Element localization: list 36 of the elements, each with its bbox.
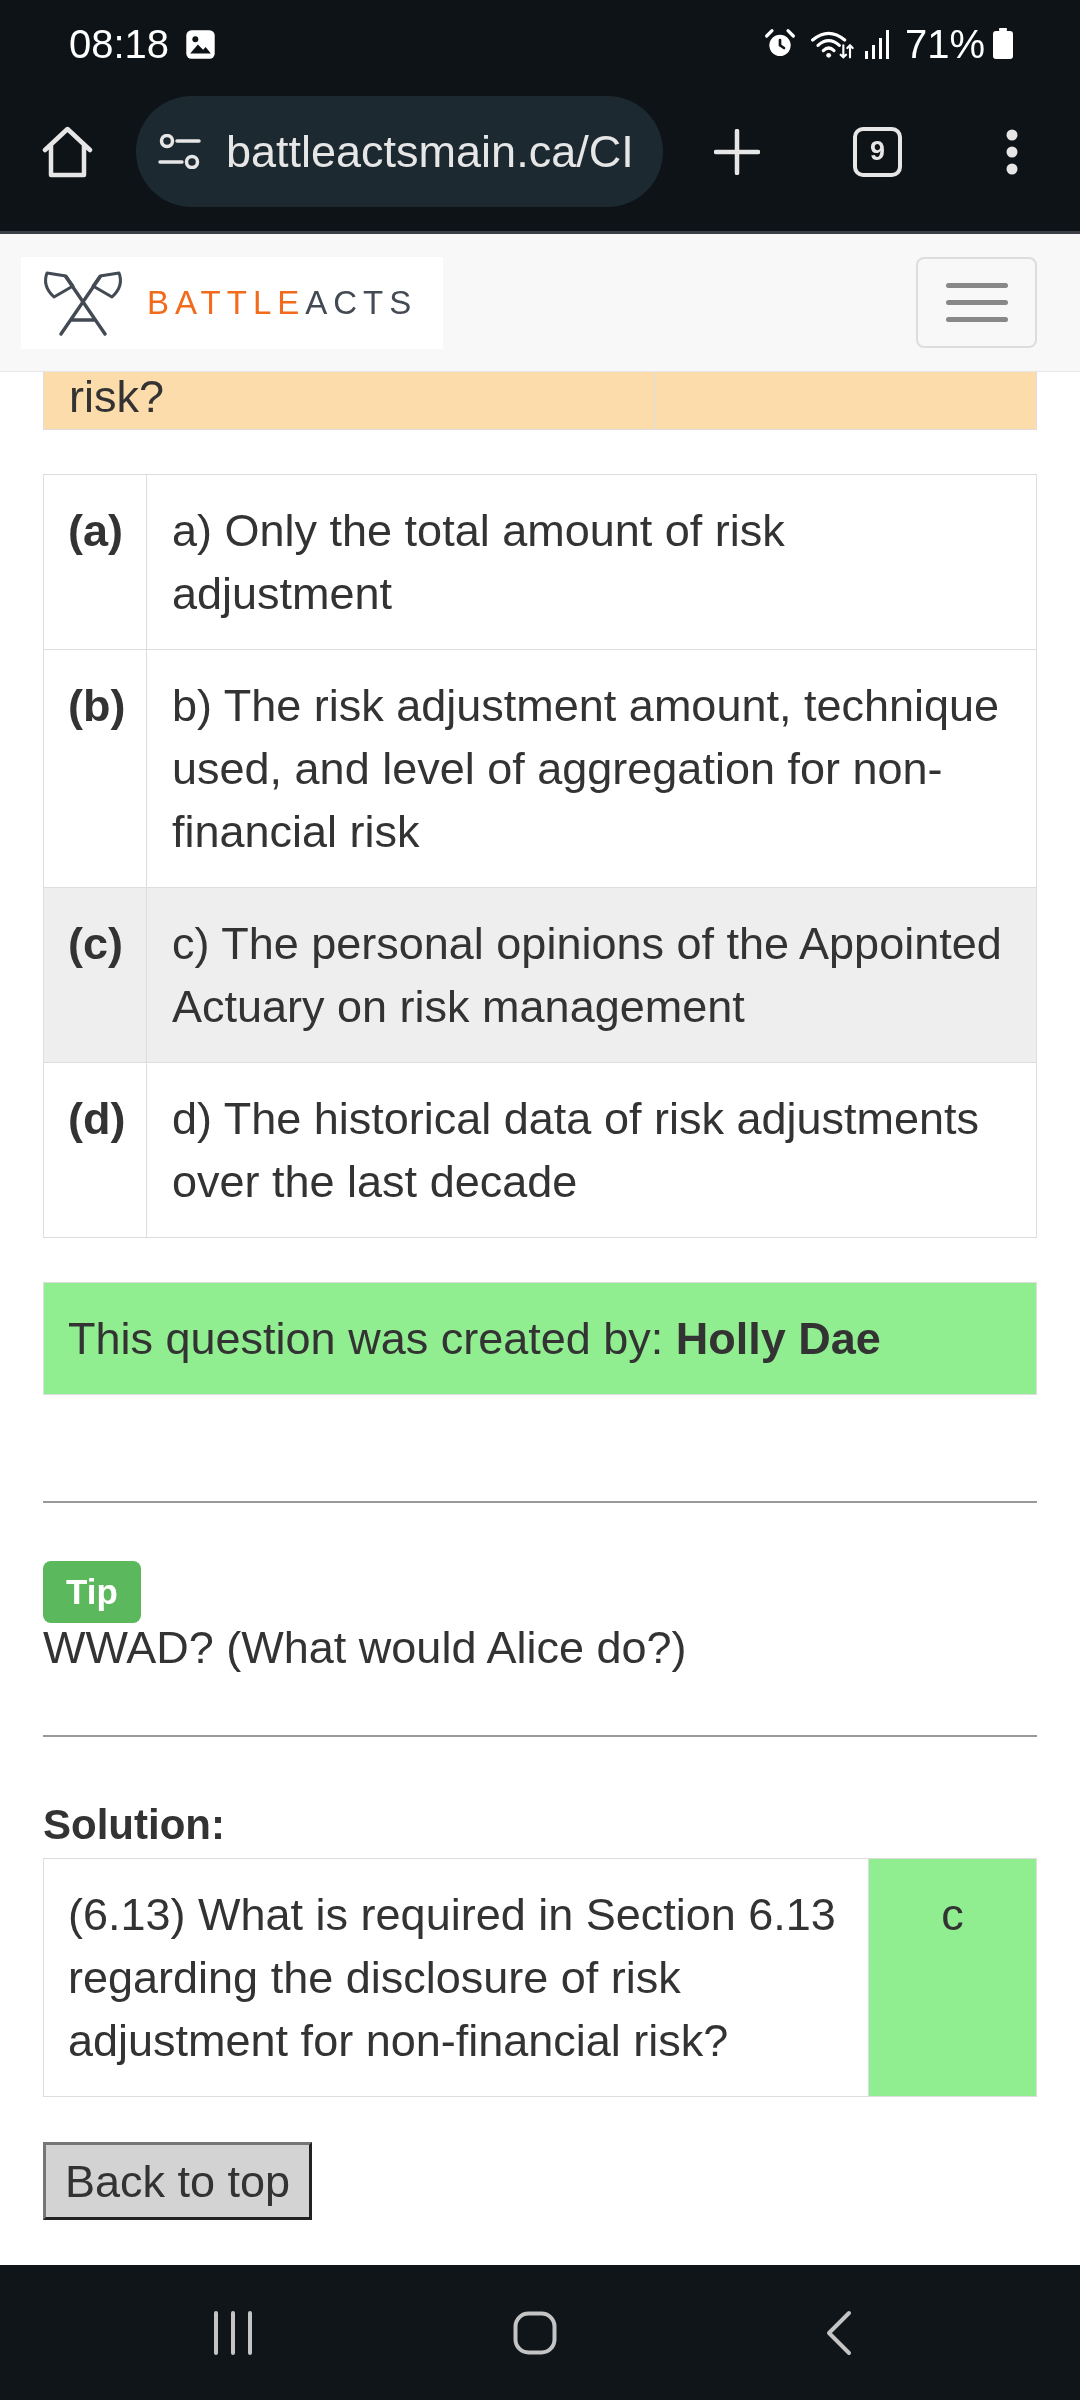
home-nav-icon[interactable] xyxy=(513,2310,557,2355)
home-icon xyxy=(41,125,94,178)
signal-icon xyxy=(863,29,892,59)
option-letter: (c) xyxy=(68,917,124,971)
back-icon[interactable] xyxy=(826,2309,852,2356)
home-button[interactable] xyxy=(41,125,94,178)
image-icon xyxy=(185,28,217,60)
plus-icon xyxy=(714,128,760,175)
tip-badge: Tip xyxy=(43,1561,141,1623)
new-tab-button[interactable] xyxy=(714,128,760,175)
logo-wordmark: BATTLE ACTS xyxy=(147,286,418,319)
option-text: c) The personal opinions of the Appointed Actuary on risk management xyxy=(172,917,1003,1034)
battery-percent: 71% xyxy=(904,24,985,64)
tip-text: WWAD? (What would Alice do?) xyxy=(43,1621,687,1675)
battery-icon xyxy=(992,28,1014,60)
option-letter: (b) xyxy=(68,679,127,733)
address-bar[interactable]: battleactsmain.ca/CI xyxy=(136,96,663,207)
site-settings-icon[interactable] xyxy=(158,134,201,169)
clock-time: 08:18 xyxy=(69,24,170,64)
question-text: risk? xyxy=(69,374,164,420)
site-logo[interactable]: BATTLE ACTS xyxy=(21,256,443,349)
option-text: a) Only the total amount of risk adjustment xyxy=(172,504,786,621)
menu-button[interactable] xyxy=(916,257,1037,348)
solution-heading: Solution: xyxy=(43,1800,225,1850)
tab-count-button[interactable]: 9 xyxy=(853,126,902,177)
creator-note: This question was created by: Holly Dae xyxy=(43,1282,1037,1395)
option-text: b) The risk adjustment amount, technique used, and level of aggregation for non-financial risk xyxy=(172,679,1001,859)
back-to-top-button[interactable]: Back to top xyxy=(43,2142,313,2220)
option-letter: (d) xyxy=(68,1092,127,1146)
recent-apps-icon[interactable] xyxy=(213,2310,253,2355)
url-text[interactable]: battleactsmain.ca/CI xyxy=(226,129,634,174)
option-letter: (a) xyxy=(68,504,124,558)
solution-question: (6.13) What is required in Section 6.13 regarding the disclosure of risk adjustment for non-financial risk? xyxy=(68,1888,837,2068)
answer-cell: c xyxy=(869,1859,1036,2096)
menu-icon xyxy=(945,283,1008,322)
option-text: d) The historical data of risk adjustments over the last decade xyxy=(172,1092,981,1209)
